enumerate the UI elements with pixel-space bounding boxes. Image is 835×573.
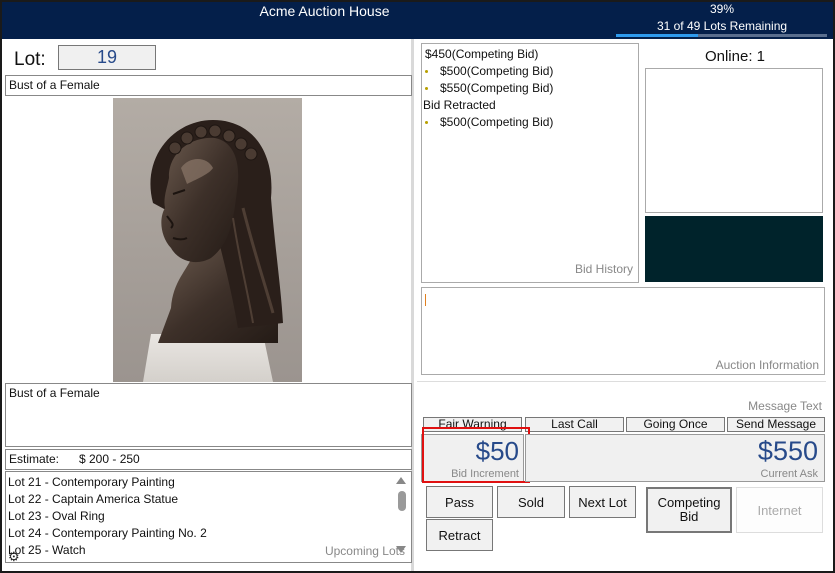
lot-label: Lot: xyxy=(14,49,46,70)
upcoming-lot-item[interactable]: Lot 25 - Watch xyxy=(8,542,207,559)
competing-bid-button[interactable]: Competing Bid xyxy=(646,487,732,533)
progress-bar-fill xyxy=(616,34,699,37)
bid-history-entry: Bid Retracted xyxy=(423,98,496,112)
scrollbar-thumb[interactable] xyxy=(398,491,406,511)
current-ask-caption: Current Ask xyxy=(760,468,818,480)
lot-panel: Lot: 19 Bust of a Female Bust of a Femal… xyxy=(2,39,414,571)
bronze-bust-image xyxy=(143,120,283,382)
auction-information-caption: Auction Information xyxy=(715,358,819,372)
pass-button[interactable]: Pass xyxy=(426,486,493,518)
bid-history-panel: $450(Competing Bid) $500(Competing Bid) … xyxy=(421,43,639,283)
going-once-button[interactable]: Going Once xyxy=(626,417,725,432)
internet-button[interactable]: Internet xyxy=(736,487,823,533)
app-header: Acme Auction House 39% 31 of 49 Lots Rem… xyxy=(2,2,833,39)
lot-description-field[interactable]: Bust of a Female xyxy=(5,383,412,447)
video-panel xyxy=(645,68,823,213)
next-lot-button[interactable]: Next Lot xyxy=(569,486,636,518)
upcoming-lots-caption: Upcoming Lots xyxy=(324,544,405,558)
upcoming-lot-item[interactable]: Lot 24 - Contemporary Painting No. 2 xyxy=(8,525,207,542)
bid-dot-icon xyxy=(425,121,428,125)
highlight-box xyxy=(422,427,530,483)
auction-information-field[interactable]: Auction Information xyxy=(421,287,825,375)
upcoming-lot-item[interactable]: Lot 22 - Captain America Statue xyxy=(8,491,207,508)
online-count: Online: 1 xyxy=(704,48,766,65)
message-text-field[interactable]: Message Text xyxy=(417,381,826,415)
lot-image xyxy=(113,98,302,382)
send-message-button[interactable]: Send Message xyxy=(727,417,825,432)
bid-history-caption: Bid History xyxy=(574,262,633,276)
lot-title-field[interactable]: Bust of a Female xyxy=(5,75,412,96)
current-ask-value: $550 xyxy=(757,436,818,466)
gear-icon[interactable]: ⚙ xyxy=(8,550,20,563)
current-ask-field[interactable]: $550 Current Ask xyxy=(525,434,825,482)
camera-feed-panel xyxy=(645,216,823,282)
app-title: Acme Auction House xyxy=(259,3,390,19)
bid-history-entry: $500(Competing Bid) xyxy=(425,64,553,78)
text-cursor xyxy=(425,294,426,306)
bid-history-entry: $500(Competing Bid) xyxy=(425,115,553,129)
progress-percent: 39% xyxy=(709,2,735,16)
scroll-up-arrow-icon[interactable] xyxy=(396,477,406,484)
bid-history-entry: $550(Competing Bid) xyxy=(425,81,553,95)
lots-remaining-text: 31 of 49 Lots Remaining xyxy=(656,19,788,33)
estimate-label: Estimate: xyxy=(9,452,60,466)
bid-dot-icon xyxy=(425,87,428,91)
retract-button[interactable]: Retract xyxy=(426,519,493,551)
upcoming-lot-item[interactable]: Lot 23 - Oval Ring xyxy=(8,508,207,525)
upcoming-lots-list[interactable]: Lot 21 - Contemporary Painting Lot 22 - … xyxy=(5,471,412,563)
bidding-panel: $450(Competing Bid) $500(Competing Bid) … xyxy=(417,39,833,571)
last-call-button[interactable]: Last Call xyxy=(525,417,624,432)
progress-bar xyxy=(616,34,827,37)
sold-button[interactable]: Sold xyxy=(497,486,565,518)
message-text-caption: Message Text xyxy=(748,399,822,413)
estimate-field: Estimate: $ 200 - 250 xyxy=(5,449,412,470)
bid-history-entry: $450(Competing Bid) xyxy=(425,47,539,61)
lot-number-field[interactable]: 19 xyxy=(58,45,156,70)
upcoming-lot-item[interactable]: Lot 21 - Contemporary Painting xyxy=(8,474,207,491)
estimate-value: $ 200 - 250 xyxy=(79,452,140,466)
bid-dot-icon xyxy=(425,70,428,74)
